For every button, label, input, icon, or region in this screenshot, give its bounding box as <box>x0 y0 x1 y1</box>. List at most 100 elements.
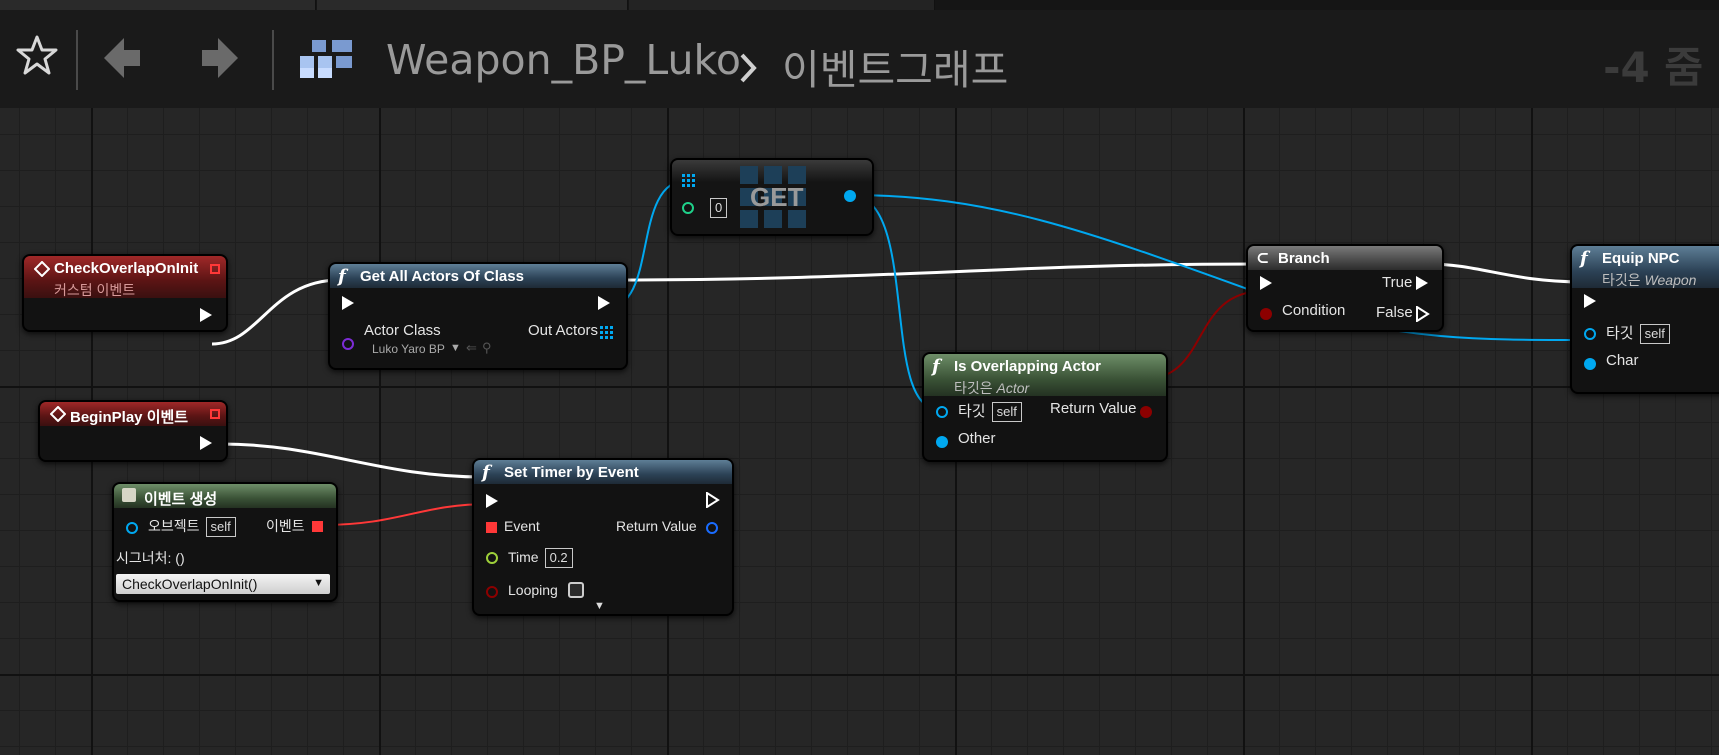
bool-pin[interactable] <box>1260 308 1272 320</box>
back-arrow-icon[interactable] <box>102 36 144 80</box>
node-title: GET <box>750 182 804 212</box>
delegate-pin[interactable] <box>210 409 220 419</box>
tab-strip <box>0 0 1719 10</box>
char-pin[interactable] <box>1584 358 1596 370</box>
forward-arrow-icon[interactable] <box>198 36 240 80</box>
zoom-level: -4 줌 <box>1603 43 1703 92</box>
node-title: CheckOverlapOnInit <box>54 260 199 277</box>
editor-tab[interactable] <box>0 0 316 10</box>
exec-wire <box>1427 262 1585 284</box>
bool-out-pin[interactable] <box>1140 406 1152 418</box>
function-select-dropdown[interactable]: CheckOverlapOnInit() ▼ <box>116 574 330 594</box>
exec-out-pin[interactable] <box>706 492 720 508</box>
branch-icon: ⊂ <box>1256 248 1270 267</box>
int-pin[interactable] <box>682 202 694 214</box>
target-pin[interactable] <box>1584 328 1596 340</box>
get-all-actors-node[interactable]: f Get All Actors Of Class Actor Class Lu… <box>328 262 628 370</box>
dropdown-arrow-icon[interactable]: ▼ <box>450 342 461 354</box>
delegate-in-pin[interactable] <box>486 522 497 533</box>
looping-checkbox[interactable] <box>568 582 584 598</box>
exec-out-pin[interactable] <box>598 296 610 310</box>
class-pin[interactable] <box>342 338 354 350</box>
editor-tab[interactable] <box>317 0 628 10</box>
node-subtitle: 타깃은 Actor <box>954 380 1030 396</box>
exec-in-pin[interactable] <box>342 296 354 310</box>
is-overlapping-actor-node[interactable]: f Is Overlapping Actor 타깃은 Actor 타깃 self … <box>922 352 1168 462</box>
function-icon: f <box>482 462 490 483</box>
equip-npc-node[interactable]: f Equip NPC 타깃은 Weapon 타깃 self Char <box>1570 244 1719 394</box>
target-pin[interactable] <box>936 406 948 418</box>
browse-icon[interactable]: ⚲ <box>482 340 492 356</box>
exec-wire <box>211 278 341 346</box>
node-header: f Set Timer by Event <box>474 460 732 484</box>
delegate-wire <box>321 503 491 526</box>
node-title: Equip NPC <box>1602 250 1680 267</box>
node-title: Get All Actors Of Class <box>360 268 524 285</box>
pin-label-time: Time 0.2 <box>508 548 573 568</box>
pin-label-true: True <box>1382 274 1413 291</box>
node-subtitle: 타깃은 Weapon <box>1602 272 1697 288</box>
index-input[interactable]: 0 <box>710 198 728 218</box>
pin-label-actor-class: Actor Class <box>364 322 441 339</box>
editor-tab[interactable] <box>629 0 935 10</box>
node-header: f Get All Actors Of Class <box>330 264 626 288</box>
array-get-node[interactable]: GET 0 <box>670 158 874 236</box>
exec-in-pin[interactable] <box>1584 294 1596 308</box>
pin-label-looping: Looping <box>508 582 558 598</box>
event-diamond-icon <box>34 261 50 277</box>
delegate-pin[interactable] <box>210 264 220 274</box>
graph-canvas[interactable]: CheckOverlapOnInit 커스텀 이벤트 f Get All Act… <box>0 108 1719 755</box>
node-header: BeginPlay 이벤트 <box>40 402 226 426</box>
node-subtitle: 커스텀 이벤트 <box>54 282 136 298</box>
pin-label-event: Event <box>504 518 540 534</box>
expand-arrow-icon[interactable]: ▼ <box>594 600 605 612</box>
blueprint-graph-icon <box>300 40 352 78</box>
node-title: Set Timer by Event <box>504 464 639 481</box>
branch-node[interactable]: ⊂ Branch True Condition False <box>1246 244 1444 332</box>
exec-wire <box>609 262 1263 282</box>
delegate-out-pin[interactable] <box>312 521 323 532</box>
set-timer-by-event-node[interactable]: f Set Timer by Event Event Return Value … <box>472 458 734 616</box>
other-pin[interactable] <box>936 436 948 448</box>
handle-out-pin[interactable] <box>706 522 718 534</box>
exec-out-true-pin[interactable] <box>1416 276 1428 290</box>
object-pin[interactable] <box>126 522 138 534</box>
exec-out-false-pin[interactable] <box>1416 306 1430 322</box>
use-selected-icon[interactable]: ⇐ <box>466 340 477 356</box>
object-out-pin[interactable] <box>844 190 856 202</box>
actor-class-dropdown[interactable]: Luko Yaro BP <box>372 342 445 356</box>
time-input: 0.2 <box>544 548 573 568</box>
custom-event-node[interactable]: CheckOverlapOnInit 커스텀 이벤트 <box>22 254 228 332</box>
star-icon[interactable] <box>16 34 58 76</box>
exec-out-pin[interactable] <box>200 436 212 450</box>
function-icon: f <box>932 356 940 377</box>
node-header: ⊂ Branch <box>1248 246 1442 270</box>
pin-label-return-value: Return Value <box>616 518 697 534</box>
node-header: CheckOverlapOnInit 커스텀 이벤트 <box>24 256 226 298</box>
pin-label-event: 이벤트 <box>266 518 305 534</box>
toolbar-separator <box>272 30 274 90</box>
exec-wire <box>221 442 484 479</box>
chevron-right-icon <box>740 53 757 83</box>
exec-in-pin[interactable] <box>1260 276 1272 290</box>
breadcrumb-blueprint[interactable]: Weapon_BP_Luko <box>386 36 741 84</box>
node-header: f Is Overlapping Actor 타깃은 Actor <box>924 354 1166 396</box>
pin-label-target: 타깃 self <box>1606 322 1670 344</box>
signature-label: 시그너처: () <box>116 550 185 566</box>
beginplay-event-node[interactable]: BeginPlay 이벤트 <box>38 400 228 462</box>
looping-pin[interactable] <box>486 586 498 598</box>
node-title: 이벤트 생성 <box>144 491 218 508</box>
function-icon: f <box>338 266 346 287</box>
function-icon: f <box>1580 248 1588 269</box>
pin-label-return-value: Return Value <box>1050 400 1137 417</box>
exec-out-pin[interactable] <box>200 308 212 322</box>
array-pin[interactable] <box>600 326 614 340</box>
graph-toolbar: Weapon_BP_Luko 이벤트그래프 -4 줌 <box>0 10 1719 108</box>
float-pin[interactable] <box>486 552 498 564</box>
exec-in-pin[interactable] <box>486 494 498 508</box>
array-pin[interactable] <box>682 174 696 188</box>
create-event-node[interactable]: 이벤트 생성 오브젝트 self 이벤트 시그너처: () CheckOverla… <box>112 482 338 602</box>
breadcrumb-graph[interactable]: 이벤트그래프 <box>782 36 1008 96</box>
event-diamond-icon <box>50 406 66 422</box>
pin-label-false: False <box>1376 304 1413 321</box>
